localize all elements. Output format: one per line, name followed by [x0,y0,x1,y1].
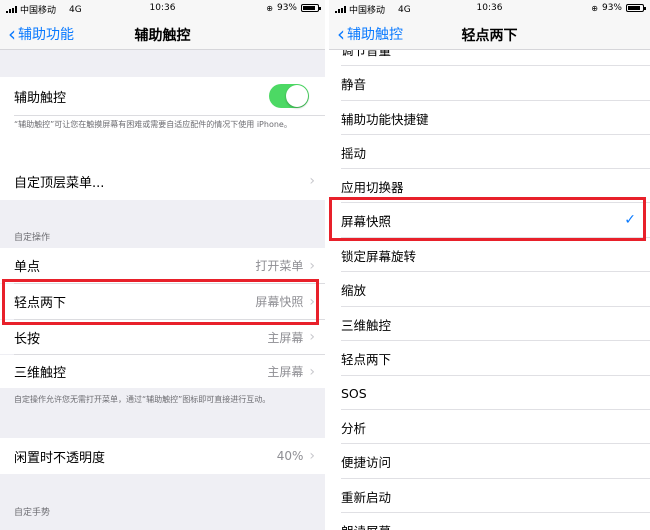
action-label: 长按 [14,331,41,347]
list-item[interactable]: 摇动 [329,135,650,169]
battery-icon [301,4,321,12]
action-row-long-press[interactable]: 长按 主屏幕 › [0,320,325,354]
list-item[interactable]: 轻点两下 [329,341,650,375]
idle-opacity-value: 40% [276,449,304,463]
list-item[interactable]: 缩放 [329,272,650,306]
list-item[interactable]: 锁定屏幕旋转 [329,238,650,272]
idle-opacity-row[interactable]: 闲置时不透明度 40% › [0,438,325,474]
highlight-box [329,197,646,241]
chevron-right-icon: › [309,173,315,189]
idle-opacity-label: 闲置时不透明度 [14,450,106,466]
status-bar: 中国移动 4G 10:36 ⊕ 93% [0,0,325,18]
action-label: 三维触控 [14,366,67,381]
list-item[interactable]: 三维触控 [329,307,650,341]
list-item-partial[interactable]: 朗读屏幕 [329,513,650,530]
toggle-knob [286,85,308,107]
list-item[interactable]: 静音 [329,66,650,100]
custom-actions-header: 自定操作 [14,233,51,243]
chevron-right-icon: › [309,363,315,380]
chevron-right-icon: › [309,329,315,345]
action-row-single-tap[interactable]: 单点 打开菜单 › [0,248,325,283]
customize-menu-label: 自定顶层菜单... [14,175,105,191]
status-bar: 中国移动 4G 10:36 ⊕ 93% [329,0,650,18]
navigation-bar: ‹ 辅助功能 辅助触控 [0,18,325,50]
assistive-note: “辅助触控”可让您在触摸屏幕有困难或需要自适应配件的情况下使用 iPhone。 [14,120,292,129]
chevron-right-icon: › [309,448,315,464]
navigation-bar: ‹ 辅助触控 轻点两下 [329,18,650,50]
list-item[interactable]: 便捷访问 [329,444,650,478]
battery-percent: 93% [601,3,622,13]
battery-icon [626,4,646,12]
orientation-lock-icon: ⊕ [266,3,273,13]
orientation-lock-icon: ⊕ [591,3,598,13]
list-item[interactable]: 辅助功能快捷键 [329,101,650,135]
chevron-right-icon: › [309,257,315,274]
highlight-box [2,279,319,325]
left-screen: 中国移动 4G 10:36 ⊕ 93% ‹ 辅助功能 辅助触控 辅助触控 “辅助… [0,0,325,530]
list-item[interactable]: 分析 [329,410,650,444]
action-value: 主屏幕 [267,365,304,379]
page-title: 轻点两下 [461,28,518,44]
assistive-touch-row: 辅助触控 [0,77,325,115]
battery-percent: 93% [276,3,297,13]
action-value: 主屏幕 [267,330,304,345]
actions-note: 自定操作允许您无需打开菜单，通过“辅助触控”图标即可直接进行互动。 [14,395,271,404]
action-value: 打开菜单 [255,259,304,273]
list-item[interactable]: 重新启动 [329,479,650,513]
custom-gestures-header: 自定手势 [14,508,51,518]
action-label: 单点 [14,260,41,275]
assistive-touch-toggle[interactable] [269,84,309,108]
customize-menu-row[interactable]: 自定顶层菜单... › [0,162,325,200]
action-row-3d-touch[interactable]: 三维触控 主屏幕 › [0,355,325,388]
list-item[interactable]: SOS [329,376,650,410]
right-screen: 调节音量 静音 辅助功能快捷键 摇动 应用切换器 屏幕快照 ✓ 锁定屏幕旋转 缩… [329,0,650,530]
page-title: 辅助触控 [134,28,191,44]
